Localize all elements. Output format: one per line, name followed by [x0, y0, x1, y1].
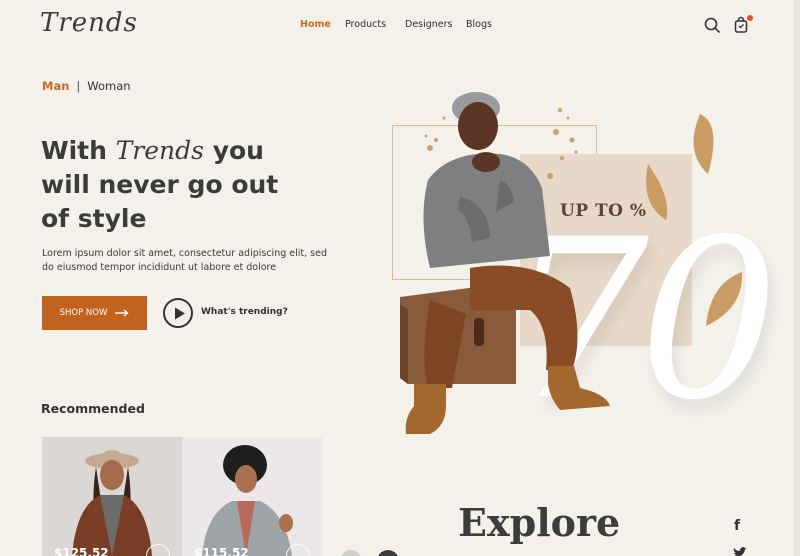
shop-now-label: SHOP NOW — [59, 308, 108, 318]
headline-brand-script: Trends — [115, 136, 204, 165]
hero-headline: With Trends you will never go out of sty… — [41, 134, 341, 236]
nav-item-products[interactable]: Products — [345, 19, 405, 30]
carousel-prev-button[interactable] — [340, 550, 362, 556]
product-card-2[interactable]: $115.52 — [182, 437, 322, 556]
nav-item-designers[interactable]: Designers — [405, 19, 466, 30]
nav-item-home[interactable]: Home — [300, 19, 345, 30]
carousel-next-button[interactable] — [377, 550, 399, 556]
product-image-man-hat — [182, 437, 322, 556]
product-price: $125.52 — [54, 546, 109, 556]
search-icon[interactable] — [703, 16, 721, 34]
headline-line-3: of style — [41, 204, 147, 233]
gender-switch: Man | Woman — [42, 79, 131, 93]
product-price: $115.52 — [194, 546, 249, 556]
arrow-right-icon — [115, 309, 129, 317]
page-edge — [794, 0, 800, 556]
play-video-button[interactable] — [163, 298, 193, 328]
gender-woman-tab[interactable]: Woman — [87, 79, 130, 93]
twitter-icon[interactable] — [733, 547, 747, 556]
headline-word-with: With — [41, 136, 107, 165]
gender-separator: | — [76, 79, 81, 93]
hero-description: Lorem ipsum dolor sit amet, consectetur … — [42, 248, 327, 273]
shopping-bag-icon[interactable] — [733, 15, 753, 34]
recommended-heading: Recommended — [41, 401, 145, 416]
gender-man-tab[interactable]: Man — [42, 79, 69, 93]
whats-trending-link[interactable]: What's trending? — [201, 307, 288, 317]
explore-heading: Explore — [458, 500, 621, 545]
main-nav: Home Products Designers Blogs — [300, 19, 492, 30]
shop-now-button[interactable]: SHOP NOW — [42, 296, 147, 330]
headline-line-2: will never go out — [41, 170, 279, 199]
cart-badge — [747, 15, 753, 21]
facebook-icon[interactable]: f — [734, 518, 740, 534]
nav-item-blogs[interactable]: Blogs — [466, 19, 492, 30]
hero-model-image — [400, 92, 743, 434]
product-card-1[interactable]: $125.52 — [42, 437, 182, 556]
brand-logo[interactable]: Trends — [40, 8, 138, 38]
play-icon — [175, 307, 185, 320]
product-image-woman-hat — [42, 437, 182, 556]
headline-word-you: you — [212, 136, 264, 165]
